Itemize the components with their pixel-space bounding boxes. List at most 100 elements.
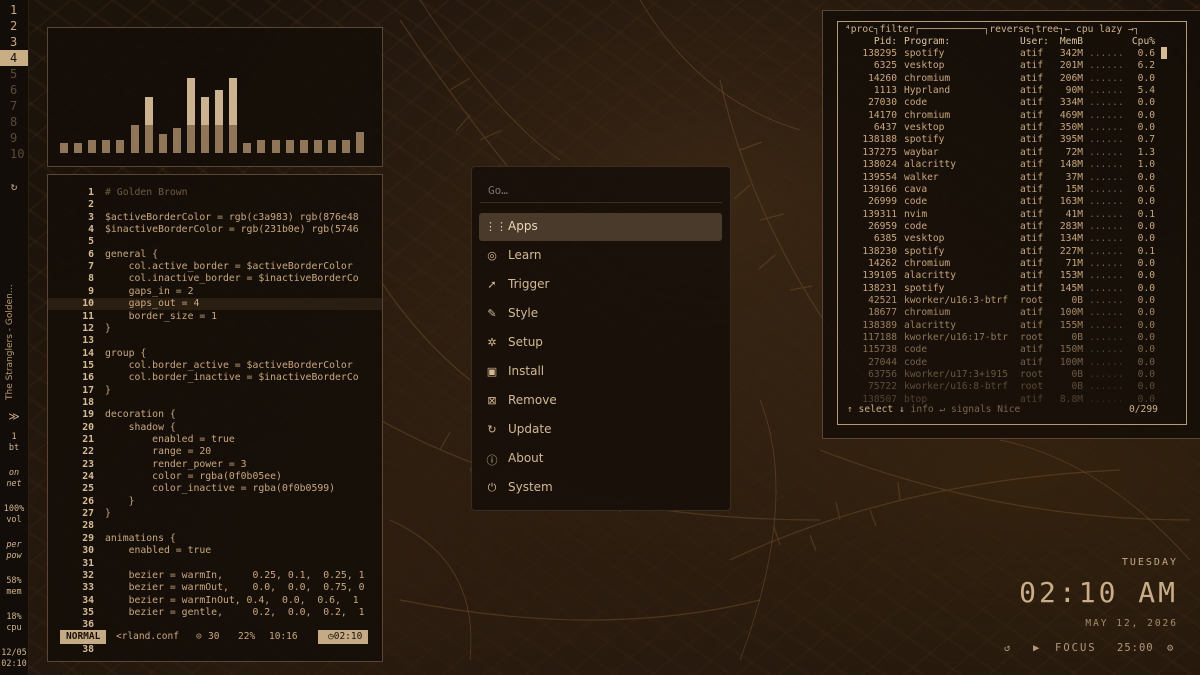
column-mem[interactable]: MemB — [1053, 36, 1083, 48]
process-row[interactable]: 139166 cava atif 15M 0.6...... — [839, 184, 1169, 196]
code-line[interactable]: 6 general { — [48, 249, 382, 261]
code-line[interactable]: 35 bezier = gentle, 0.2, 0.0, 0.2, 1 — [48, 607, 382, 619]
code-line[interactable]: 28 — [48, 520, 382, 532]
play-icon[interactable]: ▶ — [1033, 642, 1039, 654]
menu-item-style[interactable]: ✎ Style — [479, 300, 722, 328]
now-playing[interactable]: The Stranglers - Golden… — [5, 260, 21, 400]
code-line[interactable]: 30 enabled = true — [48, 545, 382, 557]
launcher-search-input[interactable] — [486, 179, 720, 201]
code-editor[interactable]: 1 # Golden Brown 2 3 $activeBorderColor = rg… — [47, 174, 383, 662]
menu-item-trigger[interactable]: ➚ Trigger — [479, 271, 722, 299]
workspace-7[interactable]: 7 — [0, 98, 28, 114]
menu-item-learn[interactable]: ◎ Learn — [479, 242, 722, 270]
process-row[interactable]: 42521 kworker/u16:3-btrf root 0B 0.0...... — [839, 295, 1169, 307]
cpu-status[interactable]: 18% cpu — [0, 612, 28, 634]
process-row[interactable]: 6385 vesktop atif 134M 0.0...... — [839, 233, 1169, 245]
code-line[interactable]: 15 col.border_active = $activeBorderColo… — [48, 360, 382, 372]
process-row[interactable]: 138024 alacritty atif 148M 1.0...... — [839, 159, 1169, 171]
workspace-3[interactable]: 3 — [0, 34, 28, 50]
memory-status[interactable]: 58% mem — [0, 576, 28, 598]
code-line[interactable]: 12} — [48, 323, 382, 335]
network-status[interactable]: on net — [0, 468, 28, 490]
settings-icon[interactable]: ⚙ — [1167, 642, 1173, 654]
code-line[interactable]: 24 color = rgba(0f0b05ee) — [48, 471, 382, 483]
process-row[interactable]: 138230 spotify atif 227M 0.1...... — [839, 246, 1169, 258]
process-row[interactable]: 14260 chromium atif 206M 0.0...... — [839, 73, 1169, 85]
workspace-6[interactable]: 6 — [0, 82, 28, 98]
process-row[interactable]: 6325 vesktop atif 201M 6.2...... — [839, 60, 1169, 72]
process-row[interactable]: 138389 alacritty atif 155M 0.0...... — [839, 320, 1169, 332]
column-pid[interactable]: Pid: — [839, 36, 897, 48]
code-line[interactable]: 38 — [48, 644, 382, 656]
code-line[interactable]: 13 — [48, 335, 382, 347]
process-row[interactable]: 63756 kworker/u17:3+i915 root 0B 0.0...... — [839, 369, 1169, 381]
process-row[interactable]: 6437 vesktop atif 350M 0.0...... — [839, 122, 1169, 134]
menu-item-setup[interactable]: ✲ Setup — [479, 329, 722, 357]
workspace-9[interactable]: 9 — [0, 130, 28, 146]
code-line[interactable]: 5 — [48, 236, 382, 248]
code-line[interactable]: 17} — [48, 385, 382, 397]
code-line[interactable]: 21 enabled = true — [48, 434, 382, 446]
menu-item-about[interactable]: ⓘ About — [479, 445, 722, 473]
column-program[interactable]: Program: — [904, 36, 950, 48]
bluetooth-status[interactable]: 1 bt — [0, 432, 28, 454]
power-status[interactable]: per pow — [0, 540, 28, 562]
process-row[interactable]: 138231 spotify atif 145M 0.0...... — [839, 283, 1169, 295]
code-line[interactable]: 20 shadow { — [48, 422, 382, 434]
code-line[interactable]: 7 col.active_border = $activeBorderColor — [48, 261, 382, 273]
process-row[interactable]: 27030 code atif 334M 0.0...... — [839, 97, 1169, 109]
code-line[interactable]: 22 range = 20 — [48, 446, 382, 458]
process-row[interactable]: 115738 code atif 150M 0.0...... — [839, 344, 1169, 356]
process-row[interactable]: 139311 nvim atif 41M 0.1...... — [839, 209, 1169, 221]
process-row[interactable]: 1113 Hyprland atif 90M 5.4...... — [839, 85, 1169, 97]
workspace-2[interactable]: 2 — [0, 18, 28, 34]
process-header[interactable]: ⁴proc┐filter┌───────────┐reverse┐tree┐← … — [845, 24, 1185, 35]
menu-item-remove[interactable]: ⊠ Remove — [479, 387, 722, 415]
menu-item-install[interactable]: ▣ Install — [479, 358, 722, 386]
process-row[interactable]: 26999 code atif 163M 0.0...... — [839, 196, 1169, 208]
code-line[interactable]: 10 gaps_out = 4 — [48, 298, 382, 311]
process-row[interactable]: 14262 chromium atif 71M 0.0...... — [839, 258, 1169, 270]
process-row[interactable]: 139105 alacritty atif 153M 0.0...... — [839, 270, 1169, 282]
menu-item-update[interactable]: ↻ Update — [479, 416, 722, 444]
reset-icon[interactable]: ↺ — [1004, 642, 1010, 654]
workspace-4[interactable]: 4 — [0, 50, 28, 66]
process-row[interactable]: 138295 spotify atif 342M 0.6...... — [839, 48, 1169, 60]
code-line[interactable]: 8 col.inactive_border = $inactiveBorderC… — [48, 273, 382, 285]
workspace-10[interactable]: 10 — [0, 146, 28, 162]
code-line[interactable]: 11 border_size = 1 — [48, 311, 382, 323]
signals-hint[interactable]: signals — [951, 404, 991, 415]
code-line[interactable]: 26 } — [48, 496, 382, 508]
process-row[interactable]: 75722 kworker/u16:8-btrf root 0B 0.0...... — [839, 381, 1169, 393]
process-row[interactable]: 139554 walker atif 37M 0.0...... — [839, 172, 1169, 184]
code-line[interactable]: 3 $activeBorderColor = rgb(c3a983) rgb(87… — [48, 212, 382, 224]
code-line[interactable]: 29 animations { — [48, 533, 382, 545]
workspace-5[interactable]: 5 — [0, 66, 28, 82]
process-row[interactable]: 27044 code atif 100M 0.0...... — [839, 357, 1169, 369]
code-line[interactable]: 25 color_inactive = rgba(0f0b0599) — [48, 483, 382, 495]
code-line[interactable]: 9 gaps_in = 2 — [48, 286, 382, 298]
info-hint[interactable]: info ↵ — [911, 404, 946, 415]
process-row[interactable]: 18677 chromium atif 100M 0.0...... — [839, 307, 1169, 319]
process-scrollbar[interactable] — [1161, 47, 1167, 59]
code-line[interactable]: 14 group { — [48, 348, 382, 360]
code-line[interactable]: 19 decoration { — [48, 409, 382, 421]
process-row[interactable]: 137275 waybar atif 72M 1.3...... — [839, 147, 1169, 159]
column-cpu[interactable]: Cpu% — [1125, 36, 1155, 48]
code-line[interactable]: 16 col.border_inactive = $inactiveBorder… — [48, 372, 382, 384]
nice-hint[interactable]: Nice — [997, 404, 1020, 415]
process-row[interactable]: 26959 code atif 283M 0.0...... — [839, 221, 1169, 233]
workspace-8[interactable]: 8 — [0, 114, 28, 130]
code-line[interactable]: 18 — [48, 397, 382, 409]
column-user[interactable]: User: — [1020, 36, 1049, 48]
volume-status[interactable]: 100% vol — [0, 504, 28, 526]
select-hint[interactable]: ↑ select ↓ — [847, 404, 905, 415]
process-monitor[interactable]: ⁴proc┐filter┌───────────┐reverse┐tree┐← … — [822, 10, 1200, 439]
code-line[interactable]: 31 — [48, 558, 382, 570]
code-line[interactable]: 34 bezier = warmInOut, 0.4, 0.0, 0.6, 1 — [48, 595, 382, 607]
code-line[interactable]: 27} — [48, 508, 382, 520]
menu-item-system[interactable]: ⏻ System — [479, 474, 722, 502]
code-line[interactable]: 2 — [48, 199, 382, 211]
code-line[interactable]: 23 render_power = 3 — [48, 459, 382, 471]
code-line[interactable]: 4 $inactiveBorderColor = rgb(231b0e) rgb(… — [48, 224, 382, 236]
